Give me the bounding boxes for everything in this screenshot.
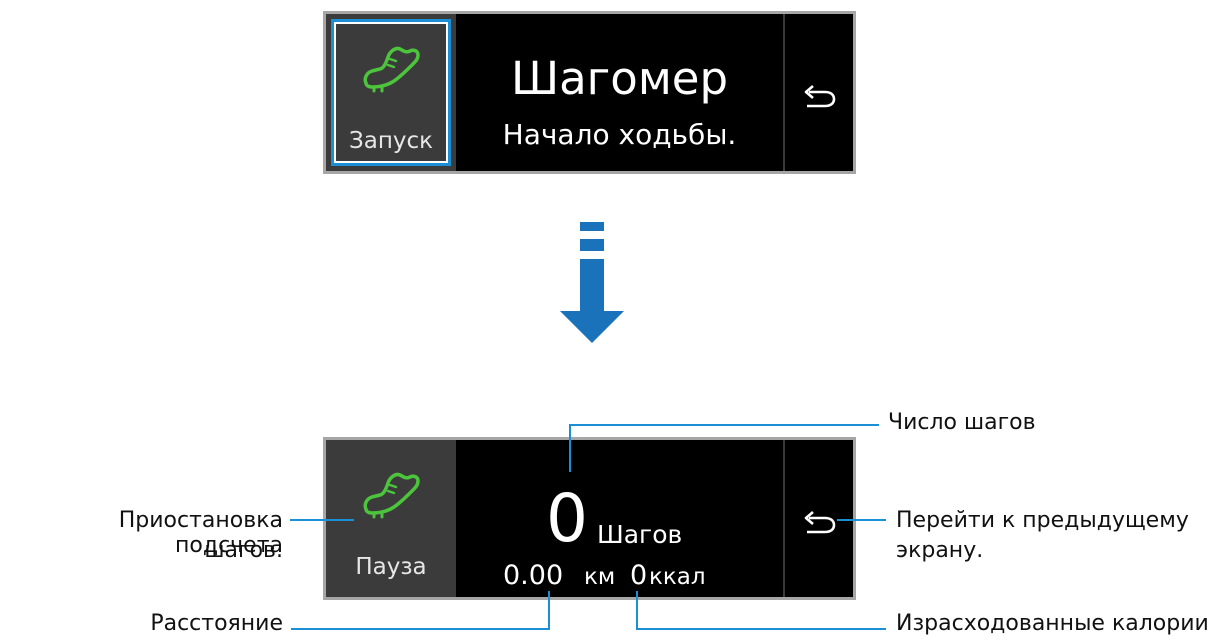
calories-unit: ккал — [649, 564, 706, 590]
arrow-segment — [580, 239, 604, 251]
callout-line-steps-h — [569, 424, 879, 426]
callout-line-steps-v — [569, 424, 571, 472]
pause-label: Пауза — [355, 554, 427, 580]
back-arrow-icon — [804, 511, 836, 534]
start-info: Шагомер Начало ходьбы. — [456, 14, 783, 171]
step-stats: 0 Шагов 0.00 км 0 ккал — [456, 440, 783, 597]
distance-unit: км — [584, 564, 616, 590]
calories-annotation: Израсходованные калории — [896, 611, 1209, 636]
distance-value: 0.00 — [503, 560, 564, 591]
callout-line-calories-v — [636, 591, 638, 630]
app-title: Шагомер — [510, 52, 729, 105]
back-arrow-icon — [804, 85, 836, 108]
step-count-annotation: Число шагов — [888, 410, 1036, 435]
distance-annotation: Расстояние — [150, 611, 283, 636]
start-label: Запуск — [348, 128, 434, 154]
callout-line-calories-h — [636, 628, 886, 630]
arrow-segment — [580, 222, 604, 231]
start-button[interactable]: Запуск — [326, 14, 456, 171]
back-button[interactable] — [783, 14, 853, 171]
down-arrow-icon — [560, 311, 624, 343]
callout-line-pause — [290, 519, 354, 521]
step-count-value: 0 — [546, 480, 588, 557]
back-annotation-line1: Перейти к предыдущему — [896, 508, 1189, 533]
back-annotation-line2: экрану. — [896, 538, 984, 563]
callout-line-distance-h — [291, 628, 550, 630]
pedometer-running-screen: Пауза 0 Шагов 0.00 км 0 ккал — [323, 437, 856, 600]
callout-line-distance-v — [548, 591, 550, 630]
arrow-shaft — [580, 259, 604, 313]
pedometer-start-screen: Запуск Шагомер Начало ходьбы. — [323, 11, 856, 174]
shoe-icon — [363, 46, 420, 93]
callout-line-back — [837, 519, 886, 521]
pause-annotation-line2: шагов. — [204, 538, 283, 563]
shoe-icon — [363, 472, 420, 519]
app-subtitle: Начало ходьбы. — [502, 118, 737, 151]
calories-value: 0 — [630, 560, 648, 591]
step-count-unit: Шагов — [597, 520, 683, 549]
step-count: 0 Шагов — [456, 484, 783, 554]
